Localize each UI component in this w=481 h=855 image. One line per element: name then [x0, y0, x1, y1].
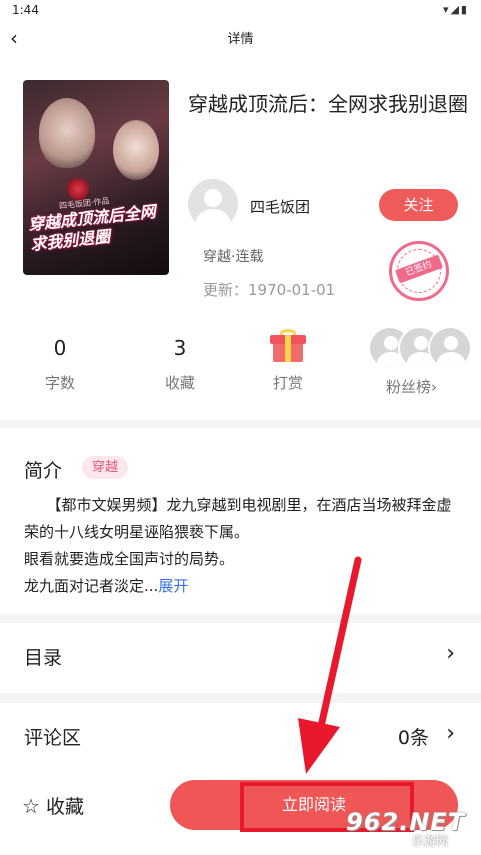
comment-label: 评论区: [24, 727, 82, 749]
stat-value: 3: [173, 336, 187, 360]
cover-figure-male: [39, 98, 95, 168]
stat-word-count: 0 字数: [20, 334, 100, 393]
fan-avatar: [428, 326, 472, 370]
site-watermark: 962.NET 乐游网: [340, 808, 478, 852]
intro-line: 眼看就要造成全国声讨的局势。: [24, 550, 235, 568]
book-info-card: 四毛饭团·作品 穿越成顶流后全网求我别退圈 穿越成顶流后：全网求我别退圈 四毛饭…: [0, 56, 481, 420]
intro-text: 【都市文娱男频】龙九穿越到电视剧里，在酒店当场被拜金虚荣的十八线女明星诬陷猥亵下…: [24, 492, 464, 600]
comment-row[interactable]: 评论区 0条 ›: [0, 703, 481, 773]
stat-label: 打赏: [272, 374, 303, 392]
avatar-head-shape: [384, 336, 398, 350]
intro-line: 龙九面对记者淡定...: [24, 577, 159, 595]
intro-line-last: 龙九面对记者淡定...展开: [24, 573, 464, 600]
stat-label: 收藏: [164, 374, 195, 392]
author-name[interactable]: 四毛饭团: [250, 196, 310, 217]
status-time: 1:44: [12, 3, 39, 17]
page-title: 详情: [227, 32, 254, 47]
avatar-body-shape: [196, 209, 230, 229]
cover-figure-female: [113, 120, 159, 180]
stat-favorites: 3 收藏: [140, 334, 220, 393]
stat-value: 0: [53, 336, 67, 360]
follow-button[interactable]: 关注: [379, 189, 458, 221]
status-bar: 1:44 ▾◢▮: [0, 0, 481, 20]
avatar-head-shape: [204, 189, 222, 207]
favorite-label: 收藏: [45, 796, 84, 818]
genre-tag[interactable]: 穿越: [82, 456, 129, 479]
avatar-head-shape: [414, 336, 428, 350]
catalog-row[interactable]: 目录 ›: [0, 623, 481, 693]
expand-link[interactable]: 展开: [158, 577, 188, 595]
intro-title: 简介: [24, 460, 63, 482]
comment-count: 0条: [397, 727, 429, 749]
stat-value: [248, 334, 328, 362]
update-info: 更新：1970-01-01: [203, 279, 335, 300]
chevron-right-icon: ›: [446, 721, 455, 746]
update-label: 更新：: [203, 281, 249, 299]
book-title: 穿越成顶流后：全网求我别退圈: [188, 92, 468, 116]
intro-card: 简介 穿越 【都市文娱男频】龙九穿越到电视剧里，在酒店当场被拜金虚荣的十八线女明…: [0, 428, 481, 614]
avatar-body-shape: [437, 352, 465, 368]
signed-stamp-icon: 已签约: [389, 241, 449, 301]
favorite-button[interactable]: ☆ 收藏: [22, 792, 84, 819]
cover-rose: [67, 178, 89, 200]
fan-ranking-label[interactable]: 粉丝榜›: [386, 376, 437, 397]
update-date: 1970-01-01: [248, 281, 336, 299]
avatar-head-shape: [444, 336, 458, 350]
stat-label: 字数: [44, 374, 75, 392]
watermark-sub: 乐游网: [412, 834, 449, 848]
star-icon: ☆: [22, 794, 40, 818]
fan-ranking-avatars[interactable]: [368, 326, 478, 370]
chevron-right-icon: ›: [446, 641, 455, 666]
intro-line: 【都市文娱男频】龙九穿越到电视剧里，在酒店当场被拜金虚荣的十八线女明星诬陷猥亵下…: [24, 496, 452, 541]
book-cover[interactable]: 四毛饭团·作品 穿越成顶流后全网求我别退圈: [23, 80, 169, 275]
stat-reward[interactable]: 打赏: [248, 334, 328, 393]
genre-status: 穿越·连载: [203, 249, 264, 265]
author-avatar[interactable]: [188, 179, 238, 229]
navbar: ‹ 详情: [0, 20, 481, 56]
cover-title: 穿越成顶流后全网求我别退圈: [27, 201, 157, 255]
status-icons: ▾◢▮: [442, 3, 469, 16]
catalog-label: 目录: [24, 647, 63, 669]
